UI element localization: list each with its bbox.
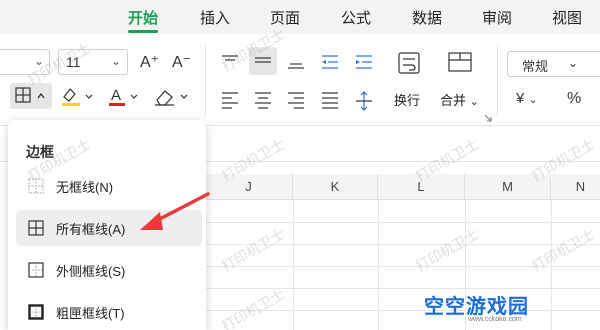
grid-line — [205, 222, 600, 223]
highlight-button[interactable] — [60, 84, 96, 110]
site-logo: 空空游戏园 — [424, 296, 529, 318]
chevron-down-icon: ⌄ — [528, 94, 538, 106]
increase-indent-icon[interactable] — [352, 52, 376, 72]
divider — [205, 46, 206, 116]
highlighter-icon — [62, 88, 93, 106]
chevron-down-icon: ⌄ — [568, 56, 579, 70]
align-left-icon[interactable] — [218, 90, 242, 110]
column-header-j[interactable]: J — [205, 174, 293, 200]
align-bottom-icon[interactable] — [284, 52, 308, 72]
currency-button[interactable]: ¥ ⌄ — [516, 90, 538, 107]
merge-cells-icon[interactable] — [446, 50, 474, 76]
justify-icon[interactable] — [318, 90, 342, 110]
divider — [497, 46, 498, 116]
tab-view[interactable]: 视图 — [552, 7, 582, 28]
grid-line — [205, 288, 600, 289]
align-right-icon[interactable] — [284, 90, 308, 110]
svg-text:A: A — [111, 87, 121, 104]
grid-line — [378, 200, 379, 330]
eraser-icon — [155, 90, 188, 106]
menu-item-label: 无框线(N) — [56, 180, 114, 195]
align-center-icon[interactable] — [251, 90, 275, 110]
ribbon-tab-bar: 开始 插入 页面 公式 数据 审阅 视图 — [0, 0, 600, 34]
dialog-launcher-icon[interactable] — [484, 114, 492, 122]
tab-review[interactable]: 审阅 — [482, 7, 512, 28]
tab-home[interactable]: 开始 — [128, 7, 158, 28]
menu-item-label: 外侧框线(S) — [56, 264, 126, 279]
site-logo-url: www.cckoko.com — [468, 316, 522, 323]
all-borders-icon — [28, 220, 44, 236]
decrease-indent-icon[interactable] — [318, 52, 342, 72]
menu-item-thick-box-border[interactable]: 粗匣框线(T) — [16, 294, 202, 330]
chevron-down-icon: ⌄ — [469, 96, 479, 108]
wrap-text-icon[interactable] — [396, 50, 424, 76]
menu-item-label: 粗匣框线(T) — [56, 306, 125, 321]
column-header-k[interactable]: K — [293, 174, 378, 200]
decrease-font-button[interactable]: A⁻ — [172, 52, 191, 72]
column-header-n[interactable]: N — [551, 174, 600, 200]
font-color-icon: A — [109, 87, 138, 106]
tab-insert[interactable]: 插入 — [200, 7, 230, 28]
thick-box-border-icon — [28, 304, 44, 320]
font-color-button[interactable]: A — [106, 84, 142, 110]
annotation-arrow — [140, 192, 210, 230]
currency-symbol: ¥ — [516, 90, 525, 107]
outside-borders-icon — [28, 262, 44, 278]
active-tab-indicator — [128, 30, 158, 33]
tab-formula[interactable]: 公式 — [341, 7, 371, 28]
number-format-value: 常规 — [522, 59, 549, 74]
number-format-select[interactable]: 常规 ⌄ — [507, 51, 600, 77]
menu-item-label: 所有框线(A) — [56, 222, 126, 237]
merge-button[interactable]: 合并 ⌄ — [440, 90, 479, 109]
distributed-align-icon[interactable] — [352, 90, 376, 112]
chevron-down-icon: ⌄ — [110, 54, 121, 68]
percent-button[interactable]: % — [567, 90, 581, 108]
tab-data[interactable]: 数据 — [412, 7, 442, 28]
grid-line — [293, 200, 294, 330]
menu-item-outside-borders[interactable]: 外侧框线(S) — [16, 252, 202, 288]
wrap-text-button[interactable]: 换行 — [394, 90, 420, 109]
merge-label: 合并 — [440, 93, 467, 108]
increase-font-button[interactable]: A⁺ — [140, 52, 159, 72]
clear-format-button[interactable] — [152, 84, 194, 110]
